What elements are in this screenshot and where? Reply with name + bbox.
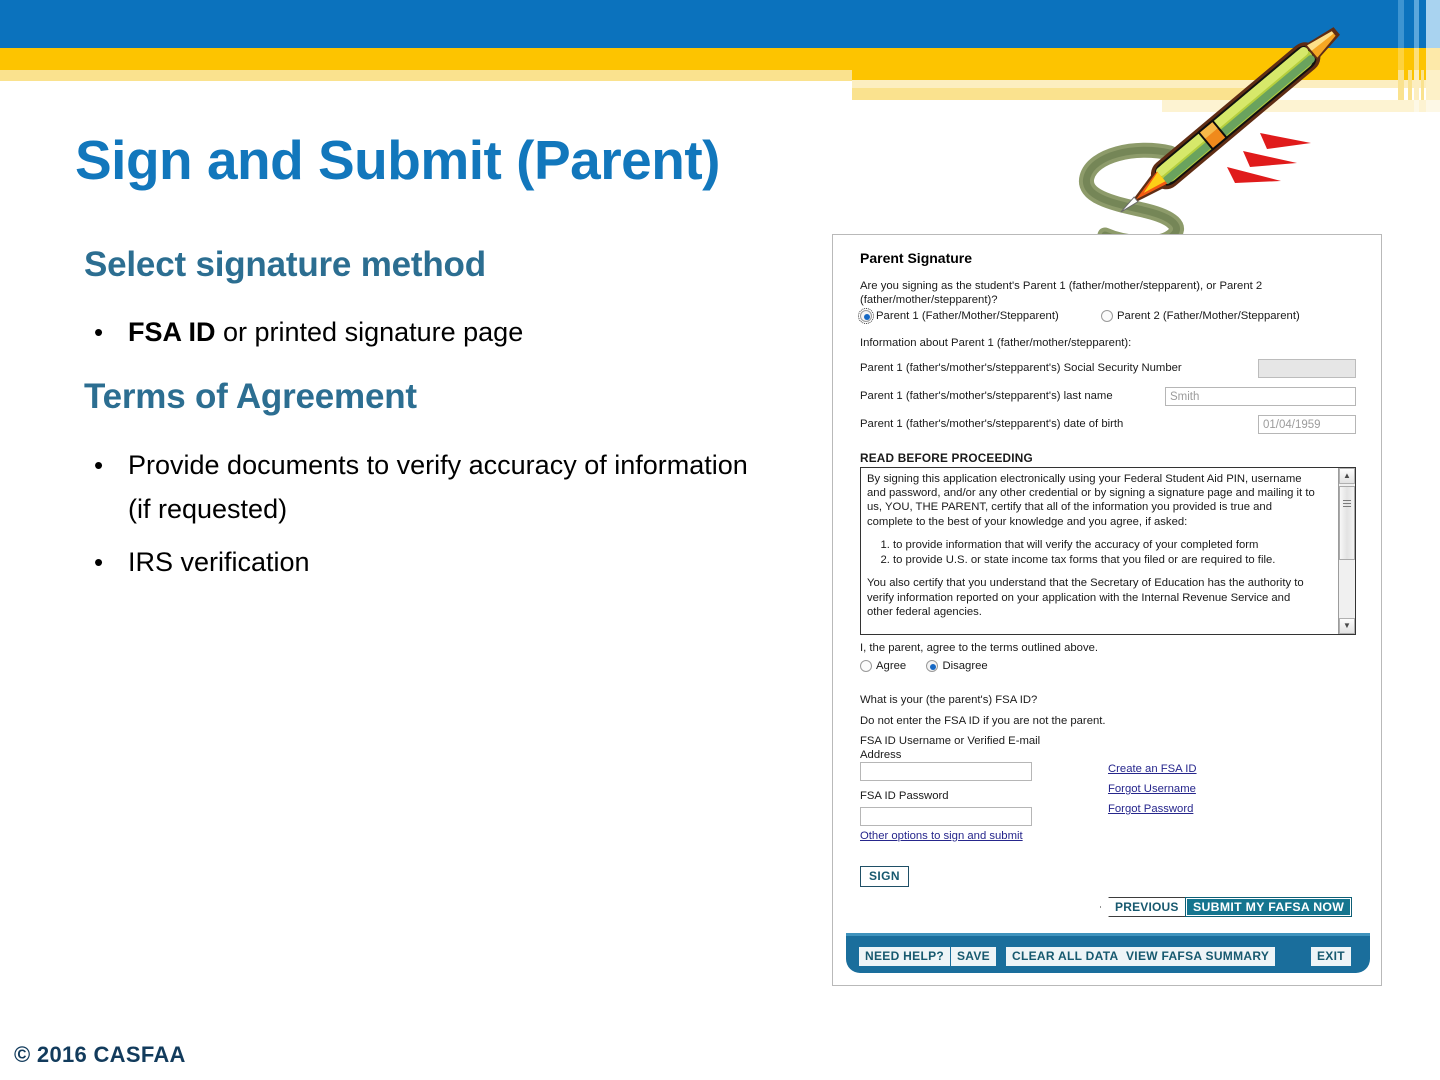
terms-paragraph-1: By signing this application electronical… [867,473,1315,528]
banner-yellow-band [0,48,1440,70]
bullet-text: FSA ID or printed signature page [128,311,523,355]
radio-disagree-label: Disagree [942,660,988,672]
terms-list-item: to provide information that will verify … [893,538,1319,552]
create-fsa-id-link[interactable]: Create an FSA ID [1108,759,1197,779]
save-button[interactable]: SAVE [951,947,996,966]
bullet-text: Provide documents to verify accuracy of … [128,450,748,524]
field-row-date-of-birth: Parent 1 (father's/mother's/stepparent's… [860,415,1356,437]
forgot-username-link[interactable]: Forgot Username [1108,779,1197,799]
bullet-marker-icon: • [94,317,104,347]
fsa-password-label: FSA ID Password [860,790,949,802]
panel-bottom-filler [833,975,1381,985]
previous-button[interactable]: PREVIOUS [1100,897,1190,917]
bullet-item-irs-verification: • IRS verification [84,541,310,585]
clear-all-data-button[interactable]: CLEAR ALL DATA [1006,947,1125,966]
parent-info-line: Information about Parent 1 (father/mothe… [860,337,1132,349]
banner-stripe-5 [1426,0,1440,112]
fsa-username-input[interactable] [860,762,1032,781]
scrollbar-thumb[interactable] [1339,486,1355,560]
banner-yellow-band-step [852,70,1440,80]
bullet-text-strong: FSA ID [128,317,216,347]
banner-stripe-1 [1398,0,1404,112]
forgot-password-link[interactable]: Forgot Password [1108,799,1197,819]
scroll-up-arrow-icon[interactable]: ▲ [1339,468,1355,484]
top-banner [0,0,1440,112]
radio-parent-1[interactable] [858,308,874,324]
ssn-input[interactable] [1258,359,1356,378]
fsa-id-question: What is your (the parent's) FSA ID? [860,694,1038,706]
fafsa-screenshot-panel: Parent Signature Are you signing as the … [832,234,1382,986]
page-title: Sign and Submit (Parent) [75,129,720,191]
fsa-id-note: Do not enter the FSA ID if you are not t… [860,715,1106,727]
submit-fafsa-button[interactable]: SUBMIT MY FAFSA NOW [1185,897,1353,917]
field-row-last-name: Parent 1 (father's/mother's/stepparent's… [860,387,1356,409]
last-name-input[interactable]: Smith [1165,387,1356,406]
copyright-footer: © 2016 CASFAA [14,1042,186,1067]
parent-selection-radio-group: Parent 1 (Father/Mother/Stepparent) Pare… [858,308,1360,327]
radio-parent-2-label: Parent 2 (Father/Mother/Stepparent) [1117,310,1300,322]
radio-parent-2[interactable] [1101,310,1114,322]
terms-paragraph-2: You also certify that you understand tha… [867,577,1304,618]
terms-scroll-box[interactable]: By signing this application electronical… [860,467,1356,635]
fsa-username-label: FSA ID Username or Verified E-mail Addre… [860,735,1041,762]
date-of-birth-label: Parent 1 (father's/mother's/stepparent's… [860,418,1124,430]
banner-stripe-3 [1414,0,1419,112]
view-fafsa-summary-button[interactable]: VIEW FAFSA SUMMARY [1120,947,1276,966]
agree-radio-group: Agree Disagree [860,660,988,673]
ssn-label: Parent 1 (father's/mother's/stepparent's… [860,362,1182,374]
banner-pale-band-2 [852,80,1440,88]
other-options-link[interactable]: Other options to sign and submit [860,830,1023,842]
bullet-marker-icon: • [94,547,104,577]
fafsa-bottom-toolbar: NEED HELP? SAVE CLEAR ALL DATA VIEW FAFS… [846,933,1370,973]
scroll-down-arrow-icon[interactable]: ▼ [1339,618,1355,634]
scrollbar-grip-icon [1343,500,1351,507]
exit-button[interactable]: EXIT [1311,947,1351,966]
banner-pale-band-3 [852,88,1264,100]
terms-scrollbar[interactable]: ▲ ▼ [1338,468,1355,634]
fsa-help-links: Create an FSA ID Forgot Username Forgot … [1108,759,1197,819]
parent-signature-title: Parent Signature [860,250,973,266]
radio-parent-1-label: Parent 1 (Father/Mother/Stepparent) [876,310,1059,322]
banner-stripe-4 [1421,0,1424,112]
section-heading-terms-of-agreement: Terms of Agreement [84,377,417,416]
bullet-text: IRS verification [128,547,310,577]
parent-selection-question: Are you signing as the student's Parent … [860,280,1263,306]
slide-canvas: Sign and Submit (Parent) Select signatur… [0,0,1440,1080]
banner-blue-band [0,0,1440,48]
bullet-text-rest: or printed signature page [215,317,524,347]
read-before-proceeding-title: READ BEFORE PROCEEDING [860,451,1033,465]
terms-text-body: By signing this application electronical… [867,472,1319,628]
field-row-ssn: Parent 1 (father's/mother's/stepparent's… [860,359,1356,381]
radio-disagree[interactable] [926,660,939,672]
last-name-label: Parent 1 (father's/mother's/stepparent's… [860,390,1113,402]
banner-pale-band-1 [0,70,852,81]
terms-list-item: to provide U.S. or state income tax form… [893,553,1319,567]
bullet-item-fsa-id: • FSA ID or printed signature page [84,311,523,355]
banner-stripe-2 [1408,0,1412,112]
date-of-birth-input[interactable]: 01/04/1959 [1258,415,1356,434]
other-options-link-text[interactable]: Other options to sign and submit [860,830,1023,842]
bullet-item-provide-documents: • Provide documents to verify accuracy o… [84,444,768,531]
radio-agree-label: Agree [876,660,907,672]
sign-button[interactable]: SIGN [860,866,909,887]
fsa-password-input[interactable] [860,807,1032,826]
section-heading-select-signature-method: Select signature method [84,245,486,284]
radio-agree[interactable] [860,660,872,672]
terms-list: to provide information that will verify … [893,538,1319,567]
bullet-marker-icon: • [94,450,104,480]
need-help-button[interactable]: NEED HELP? [859,947,951,966]
agree-prompt: I, the parent, agree to the terms outlin… [860,642,1099,654]
